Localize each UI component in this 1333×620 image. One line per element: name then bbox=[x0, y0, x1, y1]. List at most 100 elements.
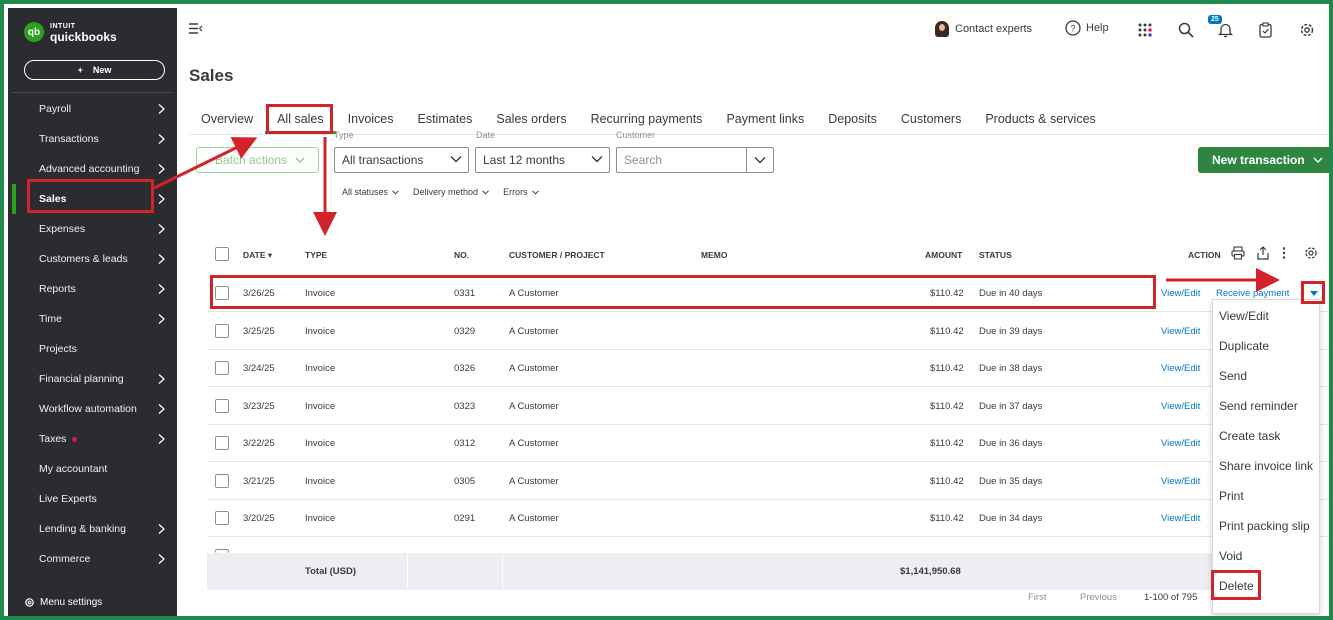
row-checkbox[interactable] bbox=[215, 511, 229, 525]
tab-products-services[interactable]: Products & services bbox=[973, 104, 1107, 134]
menu-item-create-task[interactable]: Create task bbox=[1219, 429, 1280, 443]
print-icon[interactable] bbox=[1231, 246, 1245, 260]
sidebar-item-my-accountant[interactable]: My accountant bbox=[8, 454, 177, 484]
more-options-icon[interactable] bbox=[1281, 246, 1287, 260]
header-status[interactable]: STATUS bbox=[979, 250, 1012, 260]
menu-item-send-reminder[interactable]: Send reminder bbox=[1219, 399, 1298, 413]
table-row[interactable]: 3/21/25 Invoice 0305 A Customer $110.42 Due i… bbox=[207, 463, 1329, 500]
collapse-menu-icon[interactable] bbox=[189, 23, 203, 34]
sidebar-item-reports[interactable]: Reports bbox=[8, 274, 177, 304]
table-row[interactable]: 3/23/25 Invoice 0323 A Customer $110.42 Due i… bbox=[207, 388, 1329, 425]
menu-item-print[interactable]: Print bbox=[1219, 489, 1244, 503]
sidebar-item-commerce[interactable]: Commerce bbox=[8, 544, 177, 574]
row-checkbox[interactable] bbox=[215, 398, 229, 413]
table-row[interactable]: 3/20/25 Invoice 0291 A Customer $110.42 Due i… bbox=[207, 500, 1329, 537]
tab-payment-links[interactable]: Payment links bbox=[714, 104, 816, 134]
batch-actions-button[interactable]: Batch actions bbox=[196, 147, 319, 173]
row-status: Due in 39 days bbox=[979, 325, 1043, 337]
row-status: Due in 37 days bbox=[979, 400, 1043, 412]
quickbooks-logo[interactable]: qb INTUIT quickbooks bbox=[24, 22, 117, 44]
menu-item-send[interactable]: Send bbox=[1219, 369, 1247, 383]
statuses-filter[interactable]: All statuses bbox=[342, 187, 399, 197]
annotation-box-dropdown bbox=[1301, 281, 1325, 304]
sidebar-item-financial-planning[interactable]: Financial planning bbox=[8, 364, 177, 394]
sidebar-item-taxes[interactable]: Taxes bbox=[8, 424, 177, 454]
row-checkbox[interactable] bbox=[215, 361, 229, 375]
row-status: Due in 38 days bbox=[979, 363, 1043, 374]
table-row[interactable]: 3/22/25 Invoice 0312 A Customer $110.42 Due i… bbox=[207, 425, 1329, 462]
help-button[interactable]: ? Help bbox=[1065, 20, 1109, 36]
row-view-edit-link[interactable]: View/Edit bbox=[1161, 438, 1200, 449]
header-no[interactable]: NO. bbox=[454, 250, 469, 260]
sidebar-item-label: Projects bbox=[39, 343, 77, 355]
tab-customers[interactable]: Customers bbox=[889, 104, 973, 134]
table-header: DATE ▾ TYPE NO. CUSTOMER / PROJECT MEMO … bbox=[207, 240, 1329, 270]
pager-first[interactable]: First bbox=[1028, 592, 1046, 603]
sidebar-item-live-experts[interactable]: Live Experts bbox=[8, 484, 177, 514]
apps-icon[interactable] bbox=[1135, 20, 1155, 40]
header-customer[interactable]: CUSTOMER / PROJECT bbox=[509, 250, 605, 260]
chevron-down-icon bbox=[392, 189, 399, 195]
errors-filter[interactable]: Errors bbox=[503, 187, 539, 197]
menu-item-duplicate[interactable]: Duplicate bbox=[1219, 339, 1269, 353]
header-amount[interactable]: AMOUNT bbox=[925, 250, 962, 260]
chevron-right-icon bbox=[158, 434, 165, 444]
annotation-box-all-sales bbox=[266, 104, 333, 134]
tab-sales-orders[interactable]: Sales orders bbox=[484, 104, 578, 134]
type-select[interactable]: All transactions bbox=[334, 147, 469, 173]
sidebar-item-transactions[interactable]: Transactions bbox=[8, 124, 177, 154]
row-checkbox[interactable] bbox=[215, 436, 229, 450]
row-view-edit-link[interactable]: View/Edit bbox=[1161, 401, 1200, 412]
row-number: 0305 bbox=[454, 475, 476, 487]
sidebar-item-customers-leads[interactable]: Customers & leads bbox=[8, 244, 177, 274]
menu-item-void[interactable]: Void bbox=[1219, 549, 1242, 563]
tab-overview[interactable]: Overview bbox=[189, 104, 265, 134]
row-view-edit-link[interactable]: View/Edit bbox=[1161, 326, 1200, 337]
customer-dropdown-button[interactable] bbox=[746, 148, 773, 172]
logo-quickbooks: quickbooks bbox=[50, 30, 117, 44]
table-settings-gear-icon[interactable] bbox=[1304, 246, 1318, 260]
pager-previous[interactable]: Previous bbox=[1080, 592, 1117, 603]
new-transaction-button[interactable]: New transaction bbox=[1198, 147, 1329, 173]
row-view-edit-link[interactable]: View/Edit bbox=[1161, 513, 1200, 524]
search-icon[interactable] bbox=[1176, 20, 1196, 40]
sidebar-item-label: Customers & leads bbox=[39, 253, 128, 265]
tab-deposits[interactable]: Deposits bbox=[816, 104, 889, 134]
contact-experts-button[interactable]: Contact experts bbox=[935, 21, 1032, 37]
export-icon[interactable] bbox=[1256, 246, 1270, 260]
sidebar-item-payroll[interactable]: Payroll bbox=[8, 94, 177, 124]
help-icon: ? bbox=[1065, 20, 1081, 36]
menu-settings-button[interactable]: Menu settings bbox=[24, 597, 102, 608]
header-date[interactable]: DATE ▾ bbox=[243, 250, 272, 261]
row-view-edit-link[interactable]: View/Edit bbox=[1161, 288, 1200, 299]
sidebar-item-time[interactable]: Time bbox=[8, 304, 177, 334]
table-row[interactable]: 3/24/25 Invoice 0326 A Customer $110.42 Due i… bbox=[207, 350, 1329, 387]
customer-search-input[interactable]: Search bbox=[616, 147, 774, 173]
row-number: 0329 bbox=[454, 325, 476, 337]
row-view-edit-link[interactable]: View/Edit bbox=[1161, 363, 1200, 374]
row-receive-payment-link[interactable]: Receive payment bbox=[1216, 288, 1289, 299]
settings-gear-icon[interactable] bbox=[1297, 20, 1317, 40]
sidebar-item-lending-banking[interactable]: Lending & banking bbox=[8, 514, 177, 544]
sidebar-item-expenses[interactable]: Expenses bbox=[8, 214, 177, 244]
expert-avatar bbox=[935, 21, 949, 37]
sidebar-item-workflow-automation[interactable]: Workflow automation bbox=[8, 394, 177, 424]
sidebar-item-projects[interactable]: Projects bbox=[8, 334, 177, 364]
menu-item-print-packing-slip[interactable]: Print packing slip bbox=[1219, 519, 1310, 533]
table-row[interactable]: 3/25/25 Invoice 0329 A Customer $110.42 Due i… bbox=[207, 313, 1329, 350]
menu-item-view-edit[interactable]: View/Edit bbox=[1219, 309, 1269, 323]
menu-item-share-invoice-link[interactable]: Share invoice link bbox=[1219, 459, 1313, 473]
row-checkbox[interactable] bbox=[215, 323, 229, 338]
clipboard-icon[interactable] bbox=[1255, 20, 1275, 40]
row-checkbox[interactable] bbox=[215, 473, 229, 488]
select-all-checkbox[interactable] bbox=[215, 247, 229, 261]
table-total-row: Total (USD) $1,141,950.68 bbox=[207, 553, 1214, 590]
row-view-edit-link[interactable]: View/Edit bbox=[1161, 476, 1200, 487]
tab-estimates[interactable]: Estimates bbox=[406, 104, 485, 134]
new-button[interactable]: + New bbox=[24, 60, 165, 80]
row-customer: A Customer bbox=[509, 325, 559, 337]
delivery-method-filter[interactable]: Delivery method bbox=[413, 187, 489, 197]
chevron-right-icon bbox=[158, 164, 165, 174]
header-type[interactable]: TYPE bbox=[305, 250, 327, 260]
date-select[interactable]: Last 12 months bbox=[475, 147, 610, 173]
